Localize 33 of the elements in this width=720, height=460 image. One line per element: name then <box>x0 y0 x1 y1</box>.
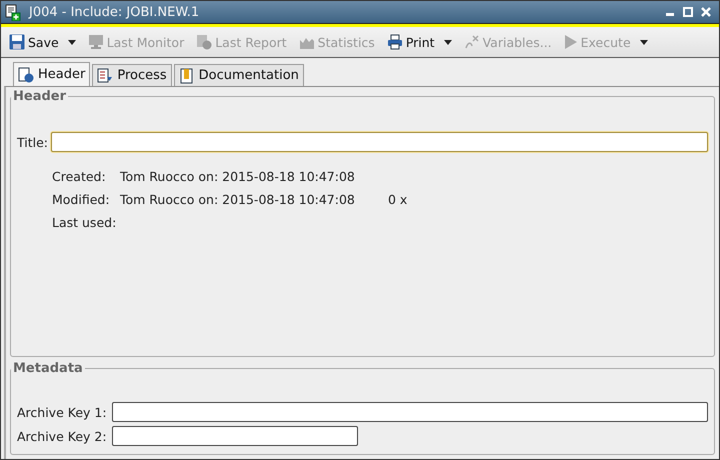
info-label: Modified: <box>52 192 111 207</box>
toolbar-button[interactable]: Save <box>7 34 78 50</box>
toolbar-button[interactable]: Print <box>384 34 454 50</box>
printer-icon <box>386 34 403 50</box>
info-value: Tom Ruocco on: 2015-08-18 10:47:08 <box>120 192 356 207</box>
tab[interactable]: Documentation <box>174 64 304 86</box>
document-info-icon <box>18 66 34 82</box>
tab[interactable]: Header <box>13 62 90 86</box>
info-label: Last used: <box>52 215 118 230</box>
title-field[interactable] <box>51 132 708 152</box>
caret-icon <box>68 40 76 44</box>
list-arrow-icon <box>97 68 114 84</box>
archive-key-field[interactable] <box>112 402 708 422</box>
close-button[interactable] <box>701 7 711 17</box>
group-title: Metadata <box>12 361 84 376</box>
field-label: Title: <box>17 134 48 150</box>
info-value: Tom Ruocco on: 2015-08-18 10:47:08 <box>120 169 356 184</box>
document-add-icon <box>5 4 21 20</box>
variables-icon <box>464 34 480 50</box>
field-label: Archive Key 1: <box>17 404 107 420</box>
maximize-button[interactable] <box>683 7 693 17</box>
book-icon <box>178 68 195 84</box>
field-label: Archive Key 2: <box>17 428 107 444</box>
monitor-icon <box>88 34 104 50</box>
group-title: Header <box>12 89 68 104</box>
info-label: Created: <box>52 169 107 184</box>
caret-icon <box>640 40 648 44</box>
play-icon <box>564 34 578 50</box>
tab[interactable]: Process <box>92 64 172 86</box>
window-title: J004 - Include: JOBI.NEW.1 <box>29 4 200 20</box>
usage-count: 0 x <box>388 192 408 207</box>
archive-key-field[interactable] <box>112 426 358 446</box>
caret-icon <box>444 40 452 44</box>
